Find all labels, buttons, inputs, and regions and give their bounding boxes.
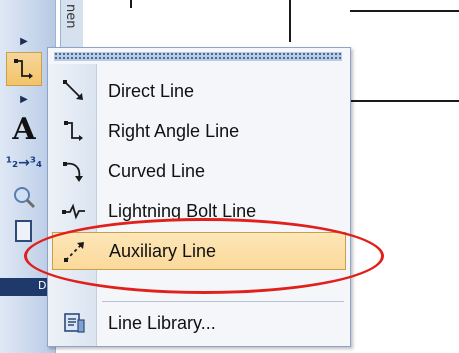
arrow-right-icon: ▶: [20, 93, 28, 105]
connector-tool-button[interactable]: [6, 52, 42, 86]
menu-item-right-angle-line[interactable]: Right Angle Line: [52, 112, 346, 150]
canvas-line: [130, 0, 132, 8]
side-panel-tab-label: nen: [63, 4, 78, 29]
expand-arrow-button[interactable]: ▶: [6, 30, 42, 52]
expand-arrow-button[interactable]: ▶: [6, 88, 42, 110]
menu-item-label: Line Library...: [108, 312, 216, 333]
menu-item-curved-line[interactable]: Curved Line: [52, 152, 346, 190]
side-panel-tab[interactable]: nen: [60, 0, 83, 50]
text-tool-button[interactable]: A: [6, 111, 42, 147]
direct-line-icon: [52, 73, 96, 109]
canvas-line: [350, 10, 459, 12]
menu-item-label: Direct Line: [108, 80, 195, 101]
numbering-icon: ¹₂→³₄: [5, 154, 43, 171]
arrow-right-icon: ▶: [20, 35, 28, 47]
line-library-icon: [52, 305, 96, 341]
canvas-line: [350, 100, 459, 102]
menu-item-label: Curved Line: [108, 160, 206, 181]
right-angle-connector-icon: [14, 59, 33, 79]
line-type-menu: Direct Line Right Angle Line Curved Line: [47, 47, 351, 347]
canvas-line: [289, 0, 291, 42]
menu-item-label: Lightning Bolt Line: [108, 200, 257, 221]
menu-item-line-library[interactable]: Line Library...: [52, 304, 346, 342]
numbering-tool-button[interactable]: ¹₂→³₄: [6, 146, 42, 180]
zoom-tool-button[interactable]: [6, 180, 42, 214]
auxiliary-line-icon: [53, 233, 97, 269]
menu-item-auxiliary-line[interactable]: Auxiliary Line: [52, 232, 346, 270]
menu-item-label: Right Angle Line: [108, 120, 240, 141]
menu-item-lightning-bolt-line[interactable]: Lightning Bolt Line: [52, 192, 346, 230]
toolbar-bottom-label: D: [38, 279, 47, 292]
menu-item-label: Auxiliary Line: [109, 240, 217, 261]
menu-item-direct-line[interactable]: Direct Line: [52, 72, 346, 110]
menu-separator: [102, 301, 344, 302]
page-tool-button[interactable]: [6, 214, 42, 248]
magnifier-icon: [14, 187, 36, 209]
menu-drag-grip[interactable]: [54, 52, 342, 61]
text-a-icon: A: [12, 111, 36, 147]
page-icon: [15, 220, 32, 242]
right-angle-line-icon: [52, 113, 96, 149]
curved-line-icon: [52, 153, 96, 189]
lightning-bolt-line-icon: [52, 193, 96, 229]
